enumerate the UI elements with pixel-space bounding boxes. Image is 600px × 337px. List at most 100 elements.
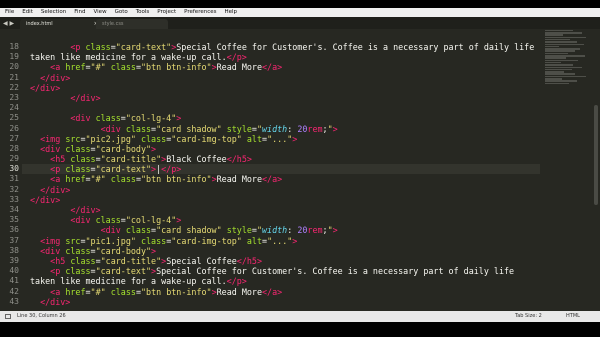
menu-help[interactable]: Help bbox=[220, 8, 241, 17]
cursor-position: Line 30, Column 26 bbox=[17, 313, 66, 319]
menu-find[interactable]: Find bbox=[70, 8, 89, 17]
tab-label: style.css bbox=[102, 21, 124, 27]
code-line: <a href="#" class="btn btn-info">Read Mo… bbox=[50, 286, 283, 297]
code-line: <a href="#" class="btn btn-info">Read Mo… bbox=[50, 62, 283, 73]
code-line: taken like medicine for a wake-up call.<… bbox=[30, 276, 247, 287]
code-line: <h5 class="card-title">Special Coffee</h… bbox=[50, 255, 262, 266]
code-line: <div class="card-body"> bbox=[40, 245, 157, 256]
status-bar: Line 30, Column 26 Tab Size: 2 HTML bbox=[0, 311, 600, 322]
tab-size-indicator[interactable]: Tab Size: 2 bbox=[515, 311, 542, 322]
line-number: 30 bbox=[9, 164, 19, 174]
minimap-line bbox=[545, 66, 582, 69]
tab-label: index.html bbox=[26, 21, 53, 27]
line-number: 43 bbox=[9, 296, 19, 306]
minimap-line bbox=[545, 29, 573, 32]
code-line: <h5 class="card-title">Black Coffee</h5> bbox=[50, 154, 252, 165]
code-line: <p class="card-text">Special Coffee for … bbox=[50, 266, 515, 277]
minimap-line bbox=[545, 57, 566, 59]
tab-style-css[interactable]: style.css bbox=[96, 19, 168, 29]
tab-nav-arrows-icon[interactable]: ◀ ▶ bbox=[3, 17, 14, 29]
line-number: 33 bbox=[9, 194, 19, 204]
line-number: 18 bbox=[9, 42, 19, 51]
code-line: <div class="col-lg-4"> bbox=[70, 113, 182, 124]
menu-goto[interactable]: Goto bbox=[111, 8, 132, 17]
minimap-line bbox=[545, 38, 571, 41]
code-line: </div> bbox=[40, 72, 71, 83]
code-line: </div> bbox=[70, 205, 101, 215]
tab-index-html[interactable]: index.html × bbox=[20, 19, 102, 29]
menu-file[interactable]: File bbox=[0, 8, 18, 17]
minimap-line bbox=[545, 34, 564, 36]
line-number: 27 bbox=[9, 133, 19, 143]
line-number: 31 bbox=[9, 174, 19, 184]
code-line: </div> bbox=[30, 82, 61, 93]
line-number: 35 bbox=[9, 215, 19, 225]
line-number: 39 bbox=[9, 255, 19, 265]
line-number: 21 bbox=[9, 72, 19, 82]
code-line: <a href="#" class="btn btn-info">Read Mo… bbox=[50, 174, 283, 185]
line-number: 29 bbox=[9, 154, 19, 164]
line-number: 32 bbox=[9, 184, 19, 194]
line-number: 24 bbox=[9, 103, 19, 113]
line-number: 28 bbox=[9, 143, 19, 153]
minimap-line bbox=[545, 43, 585, 46]
line-number: 23 bbox=[9, 92, 19, 102]
syntax-indicator[interactable]: HTML bbox=[566, 311, 580, 322]
line-number: 41 bbox=[9, 276, 19, 286]
menu-view[interactable]: View bbox=[90, 8, 111, 17]
code-line: <img src="pic1.jpg" class="card-img-top"… bbox=[40, 235, 298, 246]
minimap-line bbox=[545, 61, 562, 64]
minimap-line bbox=[545, 50, 575, 52]
line-number: 38 bbox=[9, 245, 19, 255]
minimap-line bbox=[545, 73, 576, 75]
menu-preferences[interactable]: Preferences bbox=[180, 8, 220, 17]
menu-bar: File Edit Selection Find View Goto Tools… bbox=[0, 8, 600, 17]
panel-toggle-icon[interactable] bbox=[5, 314, 11, 319]
code-line: </div> bbox=[40, 184, 71, 195]
line-number: 25 bbox=[9, 113, 19, 123]
menu-edit[interactable]: Edit bbox=[18, 8, 37, 17]
minimap-line bbox=[545, 71, 565, 73]
menu-tools[interactable]: Tools bbox=[132, 8, 154, 17]
code-line: </div> bbox=[40, 296, 71, 307]
minimap-line bbox=[545, 32, 582, 34]
code-line-current: <p class="card-text">|</p> bbox=[22, 164, 540, 175]
code-line: </div> bbox=[30, 194, 61, 205]
code-editor[interactable]: <p class="card-text">Special Coffee for … bbox=[22, 42, 540, 307]
tab-bar: ◀ ▶ index.html × style.css bbox=[0, 17, 600, 29]
minimap-line bbox=[545, 45, 559, 48]
minimap-line bbox=[545, 48, 580, 50]
minimap-line bbox=[545, 55, 586, 57]
code-line: </div> bbox=[70, 92, 101, 103]
line-number: 19 bbox=[9, 52, 19, 62]
code-line: <div class="col-lg-4"> bbox=[70, 215, 182, 226]
code-line: <div class="card shadow" style="width: 2… bbox=[100, 123, 338, 134]
minimap-line bbox=[545, 80, 578, 82]
code-line: taken like medicine for a wake-up call.<… bbox=[30, 52, 247, 63]
code-line: <div class="card-body"> bbox=[40, 143, 157, 154]
code-line: <p class="card-text">Special Coffee for … bbox=[70, 42, 535, 52]
line-number: 36 bbox=[9, 225, 19, 235]
menu-selection[interactable]: Selection bbox=[37, 8, 70, 17]
line-number: 20 bbox=[9, 62, 19, 72]
vertical-scrollbar[interactable] bbox=[594, 105, 598, 205]
code-line: <div class="card shadow" style="width: 2… bbox=[100, 225, 338, 236]
line-number: 37 bbox=[9, 235, 19, 245]
minimap-line bbox=[545, 75, 587, 78]
line-number: 22 bbox=[9, 82, 19, 92]
minimap-line bbox=[545, 36, 587, 39]
line-number: 40 bbox=[9, 266, 19, 276]
line-number: 26 bbox=[9, 123, 19, 133]
minimap-line bbox=[545, 68, 572, 71]
minimap-line bbox=[545, 82, 569, 85]
minimap-line bbox=[545, 78, 563, 80]
minimap-line bbox=[545, 41, 578, 43]
minimap[interactable] bbox=[545, 29, 591, 89]
menu-project[interactable]: Project bbox=[153, 8, 180, 17]
line-number: 42 bbox=[9, 286, 19, 296]
line-number-gutter: 18 19 20 21 22 23 24 25 26 27 28 29 30 31 32 33 34 35 36 37… bbox=[0, 42, 22, 307]
code-line: <img src="pic2.jpg" class="card-img-top"… bbox=[40, 133, 298, 144]
minimap-line bbox=[545, 59, 579, 62]
minimap-line bbox=[545, 52, 568, 55]
